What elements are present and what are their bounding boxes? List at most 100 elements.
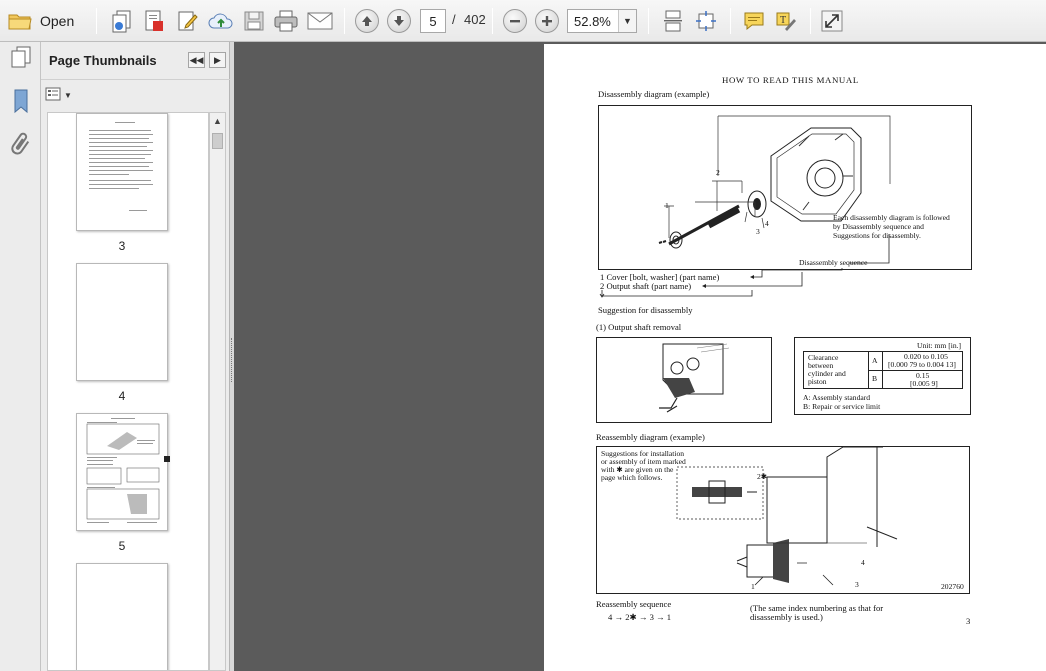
- pdf-export-icon: [143, 9, 165, 33]
- thumbnail-mini-page: [86, 418, 160, 523]
- table-legend: B: Repair or service limit: [803, 402, 881, 411]
- collapse-panel-button[interactable]: ◀◀: [188, 52, 205, 68]
- save-button[interactable]: [240, 6, 268, 36]
- table-divider: [868, 370, 962, 371]
- reassembly-sequence-title: Reassembly sequence: [596, 599, 672, 609]
- thumbnail-resize-handle[interactable]: [164, 456, 170, 462]
- thumbnail-page-current[interactable]: [76, 413, 168, 531]
- thumbnail-page-label: 5: [118, 539, 126, 553]
- export-pdf-button[interactable]: [140, 6, 168, 36]
- paperclip-icon: [11, 132, 31, 163]
- reassembly-sequence: 4 → 2✱ → 3 → 1: [608, 612, 672, 622]
- edit-pdf-button[interactable]: [174, 6, 202, 36]
- table-key: A: [872, 356, 878, 365]
- scrollbar-thumb[interactable]: [212, 133, 223, 149]
- arrow-down-icon: [387, 9, 411, 33]
- thumbnail-text-line: [89, 180, 151, 181]
- toolbar-separator: [810, 8, 811, 34]
- expand-icon: [821, 10, 843, 32]
- chevron-down-icon: ▼: [64, 90, 72, 100]
- toolbar-separator: [96, 8, 97, 34]
- panel-title: Page Thumbnails: [49, 53, 157, 68]
- thumbnail-options-button[interactable]: ▼: [45, 86, 73, 104]
- envelope-icon: [307, 12, 333, 30]
- fit-page-button[interactable]: [659, 6, 687, 36]
- highlighter-icon: T: [775, 10, 797, 32]
- footnote-line: disassembly is used.): [750, 612, 823, 622]
- reassembly-title: Reassembly diagram (example): [596, 432, 705, 442]
- toolbar-separator: [648, 8, 649, 34]
- toolbar-separator: [730, 8, 731, 34]
- thumbnail-text-line: [89, 170, 153, 171]
- callout-number: 3: [756, 227, 760, 236]
- options-list-icon: [45, 87, 61, 103]
- callout-number: 4: [861, 558, 865, 567]
- thumbnail-text-line: [89, 158, 145, 159]
- comment-button[interactable]: [740, 6, 768, 36]
- zoom-in-button[interactable]: [534, 6, 560, 36]
- thumbnail-text-line: [89, 174, 129, 175]
- printer-icon: [274, 10, 298, 32]
- disassembly-title: Disassembly diagram (example): [598, 89, 710, 99]
- toolbar-separator: [344, 8, 345, 34]
- page-number-input[interactable]: 5: [420, 9, 446, 33]
- attachments-tab[interactable]: [8, 132, 34, 162]
- table-unit: Unit: mm [in.]: [917, 341, 962, 350]
- thumbnail-page-label: 4: [118, 389, 126, 403]
- email-button[interactable]: [305, 6, 335, 36]
- create-pdf-button[interactable]: [108, 6, 136, 36]
- thumbnail-text-line: [89, 142, 153, 143]
- thumbnail-text-line: [89, 134, 153, 135]
- pdf-viewer-window: Open 5 / 402 52.8% ▼ T Page Thumbnails ◀…: [0, 0, 1046, 671]
- thumbnail-page[interactable]: [76, 113, 168, 231]
- full-screen-button[interactable]: [818, 6, 846, 36]
- highlight-text-button[interactable]: T: [772, 6, 800, 36]
- callout-number: 1: [751, 582, 755, 591]
- fit-width-button[interactable]: [692, 6, 720, 36]
- table-value: [0.000 79 to 0.004 13]: [888, 360, 956, 369]
- bookmark-icon: [12, 88, 30, 119]
- reassembly-diagram: Suggestions for installation or assembly…: [596, 446, 970, 594]
- pages-icon: [10, 45, 32, 74]
- splitter-grip[interactable]: [231, 338, 233, 382]
- double-chevron-left-icon: ◀◀: [189, 54, 204, 65]
- figure-number: 202760: [941, 582, 964, 591]
- page-total: 402: [464, 12, 486, 27]
- pdf-page: HOW TO READ THIS MANUAL Disassembly diag…: [544, 44, 1046, 671]
- thumbnail-text-line: [89, 162, 153, 163]
- suggestion-step: (1) Output shaft removal: [596, 322, 682, 332]
- plus-icon: [535, 9, 559, 33]
- cloud-upload-icon: [208, 10, 234, 32]
- thumbnail-text-line: [89, 154, 151, 155]
- open-button[interactable]: Open: [4, 6, 84, 36]
- page-header: HOW TO READ THIS MANUAL: [722, 75, 859, 85]
- disassembly-sequence-label: Disassembly sequence: [799, 258, 868, 267]
- zoom-out-button[interactable]: [502, 6, 528, 36]
- shaft-removal-figure: [596, 337, 772, 423]
- clearance-table: Unit: mm [in.] Clearance between cylinde…: [794, 337, 971, 415]
- print-button[interactable]: [272, 6, 300, 36]
- bookmarks-tab[interactable]: [8, 88, 34, 118]
- chevron-down-icon[interactable]: ▼: [618, 10, 636, 32]
- next-page-button[interactable]: [386, 6, 412, 36]
- disassembly-diagram: 2 1 3 4 Each disassembly diagram is foll…: [598, 105, 972, 270]
- thumbnail-page[interactable]: [76, 263, 168, 381]
- panel-expand-button[interactable]: ▶: [209, 52, 226, 68]
- open-label: Open: [40, 13, 75, 29]
- callout-number: 1: [665, 201, 669, 210]
- thumbnail-scrollbar[interactable]: ▲: [209, 112, 226, 671]
- minus-icon: [503, 9, 527, 33]
- zoom-level-select[interactable]: 52.8% ▼: [567, 9, 637, 33]
- thumbnail-page[interactable]: [76, 563, 168, 670]
- disassembly-illustration: [658, 115, 891, 264]
- arrow-up-icon: [355, 9, 379, 33]
- thumbnail-page-label: 3: [118, 239, 126, 253]
- page-thumbnails-tab[interactable]: [8, 44, 34, 74]
- previous-page-button[interactable]: [354, 6, 380, 36]
- chevron-up-icon[interactable]: ▲: [210, 113, 225, 129]
- thumbnail-list: 3 4 5: [47, 112, 209, 671]
- thumbnail-text-line: [129, 210, 147, 211]
- page-number: 3: [966, 616, 971, 626]
- thumbnail-text-line: [89, 184, 153, 185]
- upload-button[interactable]: [206, 6, 236, 36]
